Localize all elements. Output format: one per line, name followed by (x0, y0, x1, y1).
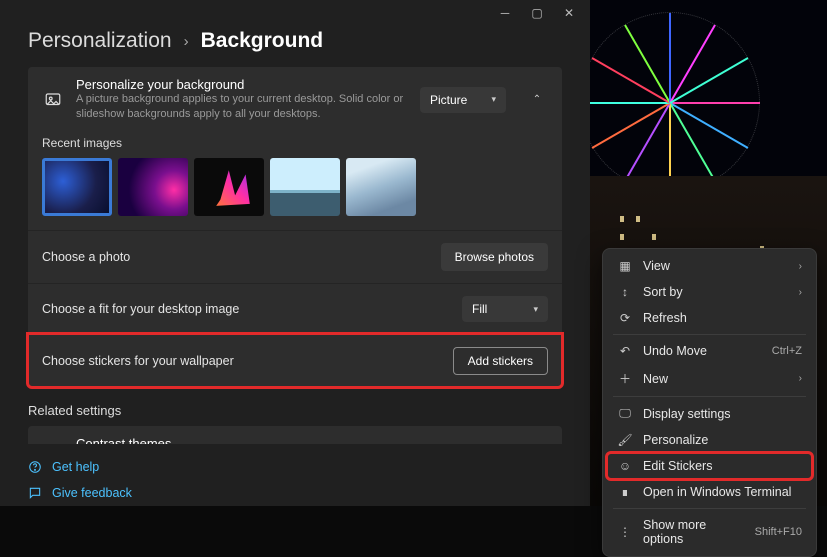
ctx-open-terminal[interactable]: ∎ Open in Windows Terminal (607, 479, 812, 505)
ctx-show-more[interactable]: ⋮ Show more options Shift+F10 (607, 512, 812, 552)
recent-image-thumb[interactable] (194, 158, 264, 216)
recent-images-label: Recent images (42, 136, 548, 150)
minimize-button[interactable]: ─ (498, 6, 512, 20)
choose-stickers-row: Choose stickers for your wallpaper Add s… (28, 334, 562, 387)
background-panel: Personalize your background A picture ba… (28, 67, 562, 387)
ctx-personalize[interactable]: 🖌 Personalize (607, 427, 812, 453)
choose-stickers-label: Choose stickers for your wallpaper (42, 354, 441, 368)
background-type-value: Picture (430, 93, 467, 107)
refresh-icon: ⟳ (617, 311, 633, 325)
chevron-down-icon: ▾ (533, 304, 538, 315)
recent-image-thumb[interactable] (118, 158, 188, 216)
ferris-wheel-art (590, 12, 760, 192)
choose-fit-row: Choose a fit for your desktop image Fill… (28, 283, 562, 334)
maximize-button[interactable]: ▢ (530, 6, 544, 20)
collapse-panel-button[interactable]: ⌃ (526, 89, 548, 111)
background-type-select[interactable]: Picture ▾ (420, 87, 506, 113)
sort-icon: ↕ (617, 285, 633, 299)
ctx-new[interactable]: ＋ New › (607, 364, 812, 393)
recent-image-thumb[interactable] (346, 158, 416, 216)
add-stickers-button[interactable]: Add stickers (453, 347, 548, 375)
ctx-view[interactable]: ▦ View › (607, 253, 812, 279)
contrast-themes-panel[interactable]: Contrast themes Color themes for low vis… (28, 426, 562, 444)
new-icon: ＋ (617, 370, 633, 387)
get-help-link[interactable]: Get help (28, 454, 562, 480)
separator (613, 508, 806, 509)
panel-subtitle: A picture background applies to your cur… (76, 92, 408, 122)
ctx-display-settings[interactable]: 🖵 Display settings (607, 400, 812, 427)
chevron-right-icon: › (184, 33, 189, 50)
breadcrumb-parent[interactable]: Personalization (28, 29, 172, 53)
related-settings-title: Related settings (28, 403, 562, 418)
ctx-sort[interactable]: ↕ Sort by › (607, 279, 812, 305)
breadcrumb: Personalization › Background (0, 25, 590, 67)
view-icon: ▦ (617, 259, 633, 273)
display-icon: 🖵 (617, 406, 633, 421)
accelerator: Ctrl+Z (772, 345, 802, 357)
chevron-right-icon: › (799, 287, 802, 298)
recent-images-list (42, 158, 548, 216)
recent-image-thumb[interactable] (270, 158, 340, 216)
chevron-right-icon: › (799, 261, 802, 272)
choose-fit-label: Choose a fit for your desktop image (42, 302, 450, 316)
more-icon: ⋮ (617, 525, 633, 539)
panel-title: Personalize your background (76, 77, 408, 92)
give-feedback-label: Give feedback (52, 486, 132, 500)
terminal-icon: ∎ (617, 485, 633, 499)
desktop-context-menu: ▦ View › ↕ Sort by › ⟳ Refresh ↶ Undo Mo… (602, 248, 817, 557)
ctx-edit-stickers[interactable]: ☺ Edit Stickers (607, 453, 812, 479)
fit-select-value: Fill (472, 302, 487, 316)
chevron-right-icon: › (799, 373, 802, 384)
chevron-down-icon: ▾ (491, 94, 496, 105)
sticker-icon: ☺ (617, 459, 633, 473)
close-button[interactable]: ✕ (562, 6, 576, 20)
fit-select[interactable]: Fill ▾ (462, 296, 548, 322)
settings-window: ─ ▢ ✕ Personalization › Background Perso… (0, 0, 590, 506)
choose-photo-label: Choose a photo (42, 250, 429, 264)
get-help-label: Get help (52, 460, 99, 474)
personalize-icon: 🖌 (617, 433, 633, 447)
contrast-title: Contrast themes (76, 436, 532, 444)
undo-icon: ↶ (617, 344, 633, 358)
give-feedback-link[interactable]: Give feedback (28, 480, 562, 506)
recent-image-thumb[interactable] (42, 158, 112, 216)
browse-photos-button[interactable]: Browse photos (441, 243, 548, 271)
ctx-undo[interactable]: ↶ Undo Move Ctrl+Z (607, 338, 812, 364)
accelerator: Shift+F10 (755, 526, 802, 538)
breadcrumb-current: Background (201, 29, 324, 53)
choose-photo-row: Choose a photo Browse photos (28, 230, 562, 283)
separator (613, 334, 806, 335)
picture-icon (42, 91, 64, 109)
window-titlebar: ─ ▢ ✕ (0, 0, 590, 25)
ctx-refresh[interactable]: ⟳ Refresh (607, 305, 812, 331)
separator (613, 396, 806, 397)
